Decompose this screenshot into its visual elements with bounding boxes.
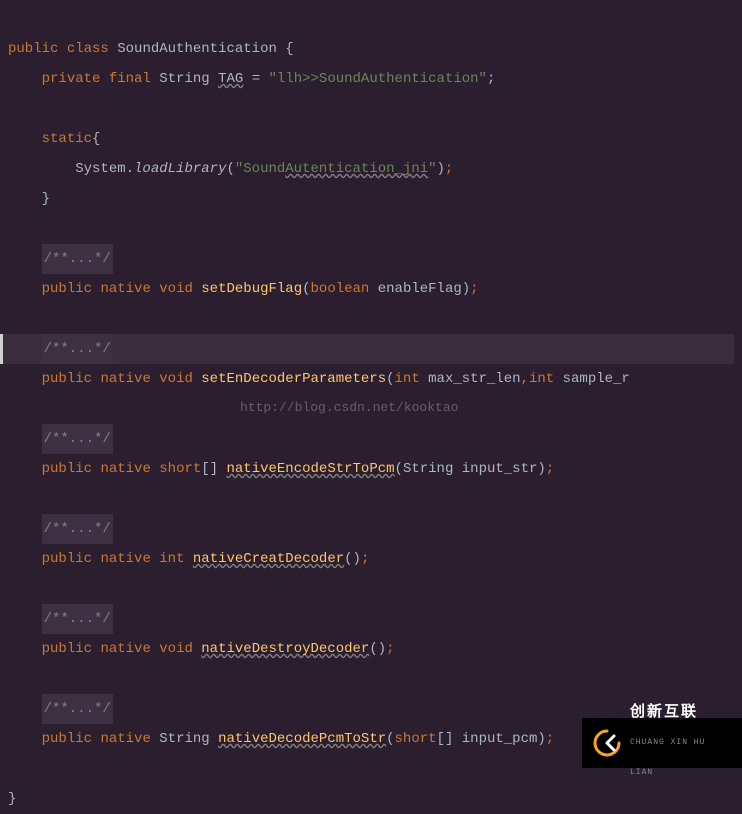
paren-open: ( bbox=[369, 641, 377, 657]
param-inputstr: input_str bbox=[462, 461, 538, 477]
keyword-final: final bbox=[109, 71, 151, 87]
keyword-native: native bbox=[100, 461, 150, 477]
semicolon: ; bbox=[445, 161, 453, 177]
paren-open: ( bbox=[386, 371, 394, 387]
array-brackets: [] bbox=[201, 461, 218, 477]
string-part2: Autentication_jni bbox=[285, 161, 428, 177]
semicolon: ; bbox=[487, 71, 495, 87]
keyword-void: void bbox=[159, 641, 193, 657]
keyword-void: void bbox=[159, 371, 193, 387]
paren-open: ( bbox=[386, 731, 394, 747]
type-string: String bbox=[159, 71, 209, 87]
comma: , bbox=[521, 371, 529, 387]
param-inputpcm: input_pcm bbox=[462, 731, 538, 747]
paren-open: ( bbox=[226, 161, 234, 177]
keyword-void: void bbox=[159, 281, 193, 297]
semicolon: ; bbox=[546, 731, 554, 747]
brace-open: { bbox=[92, 131, 100, 147]
class-name: SoundAuthentication bbox=[117, 41, 277, 57]
keyword-private: private bbox=[42, 71, 101, 87]
type-int: int bbox=[395, 371, 420, 387]
logo-text-main: 创新互联 bbox=[630, 698, 732, 728]
method-nativecreatdecoder: nativeCreatDecoder bbox=[193, 551, 344, 567]
keyword-public: public bbox=[8, 41, 58, 57]
string-part3: " bbox=[428, 161, 436, 177]
method-nativedestroydecoder: nativeDestroyDecoder bbox=[201, 641, 369, 657]
logo-text-sub: CHUANG XIN HU LIAN bbox=[630, 728, 732, 788]
semicolon: ; bbox=[470, 281, 478, 297]
method-setendecoderparameters: setEnDecoderParameters bbox=[201, 371, 386, 387]
paren-close: ) bbox=[353, 551, 361, 567]
keyword-native: native bbox=[100, 281, 150, 297]
paren-close: ) bbox=[537, 731, 545, 747]
keyword-native: native bbox=[100, 731, 150, 747]
keyword-native: native bbox=[100, 641, 150, 657]
class-system: System. bbox=[75, 161, 134, 177]
type-int: int bbox=[529, 371, 554, 387]
keyword-public: public bbox=[42, 731, 92, 747]
logo-bar: 创新互联 CHUANG XIN HU LIAN bbox=[582, 718, 742, 768]
keyword-class: class bbox=[67, 41, 109, 57]
keyword-native: native bbox=[100, 371, 150, 387]
logo-icon bbox=[592, 728, 622, 758]
paren-close: ) bbox=[537, 461, 545, 477]
param-maxstrlen: max_str_len bbox=[428, 371, 520, 387]
brace-close: } bbox=[8, 791, 16, 807]
param-enableflag: enableFlag bbox=[378, 281, 462, 297]
semicolon: ; bbox=[361, 551, 369, 567]
keyword-public: public bbox=[42, 551, 92, 567]
string-literal: "llh>>SoundAuthentication" bbox=[269, 71, 487, 87]
param-sampler: sample_r bbox=[563, 371, 630, 387]
javadoc-fold[interactable]: /**...*/ bbox=[42, 424, 113, 454]
paren-open: ( bbox=[395, 461, 403, 477]
method-nativedecodepcmtostr: nativeDecodePcmToStr bbox=[218, 731, 386, 747]
keyword-public: public bbox=[42, 281, 92, 297]
javadoc-fold[interactable]: /**...*/ bbox=[42, 244, 113, 274]
javadoc-fold[interactable]: /**...*/ bbox=[42, 514, 113, 544]
paren-close: ) bbox=[437, 161, 445, 177]
paren-open: ( bbox=[344, 551, 352, 567]
logo-text-wrap: 创新互联 CHUANG XIN HU LIAN bbox=[630, 698, 732, 788]
keyword-native: native bbox=[100, 551, 150, 567]
paren-close: ) bbox=[462, 281, 470, 297]
brace-open: { bbox=[285, 41, 293, 57]
semicolon: ; bbox=[546, 461, 554, 477]
keyword-public: public bbox=[42, 641, 92, 657]
type-string: String bbox=[159, 731, 209, 747]
type-boolean: boolean bbox=[311, 281, 370, 297]
semicolon: ; bbox=[386, 641, 394, 657]
javadoc-fold[interactable]: /**...*/ bbox=[42, 334, 113, 364]
keyword-public: public bbox=[42, 371, 92, 387]
javadoc-fold[interactable]: /**...*/ bbox=[42, 604, 113, 634]
method-nativeencodestrtopcm: nativeEncodeStrToPcm bbox=[227, 461, 395, 477]
javadoc-fold[interactable]: /**...*/ bbox=[42, 694, 113, 724]
method-loadlibrary: loadLibrary bbox=[134, 161, 226, 177]
string-part1: "Sound bbox=[235, 161, 285, 177]
keyword-static: static bbox=[42, 131, 92, 147]
type-short: short bbox=[395, 731, 437, 747]
eq: = bbox=[252, 71, 260, 87]
var-tag: TAG bbox=[218, 71, 243, 87]
caret-line: /**...*/ bbox=[0, 334, 734, 364]
keyword-public: public bbox=[42, 461, 92, 477]
type-short: short bbox=[159, 461, 201, 477]
type-string: String bbox=[403, 461, 453, 477]
paren-open: ( bbox=[302, 281, 310, 297]
array-brackets: [] bbox=[437, 731, 454, 747]
brace-close: } bbox=[42, 191, 50, 207]
method-setdebugflag: setDebugFlag bbox=[201, 281, 302, 297]
type-int: int bbox=[159, 551, 184, 567]
paren-close: ) bbox=[378, 641, 386, 657]
watermark-text: http://blog.csdn.net/kooktao bbox=[240, 393, 458, 423]
